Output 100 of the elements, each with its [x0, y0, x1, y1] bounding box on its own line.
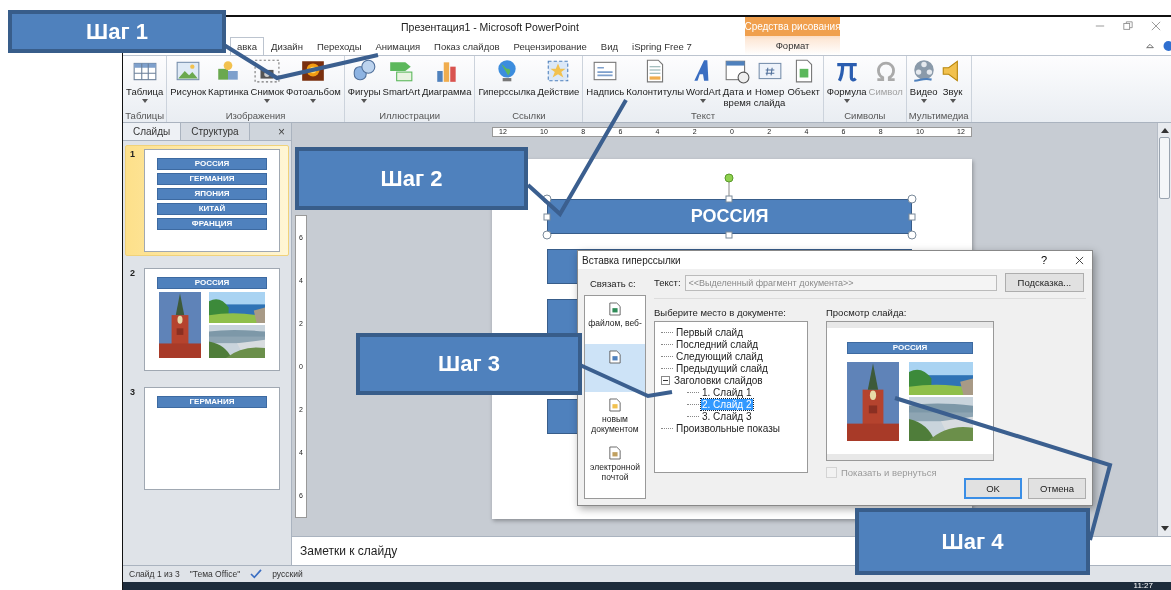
ribbon-button[interactable]: Звук — [938, 56, 967, 103]
preview-label: Просмотр слайда: — [826, 307, 908, 318]
slide-title-bar: ГЕРМАНИЯ — [157, 396, 267, 408]
ribbon-button[interactable]: Дата и время — [721, 56, 753, 108]
step-callout: Шаг 2 — [295, 147, 528, 210]
slide-thumbnail-row[interactable]: 2 РОССИЯ — [125, 264, 289, 375]
caret-icon — [264, 99, 271, 103]
slide-thumbnail[interactable]: РОССИЯ ГЕРМАНИЯ ЯПОНИЯ КИТАЙ ФРАНЦИЯ — [144, 149, 280, 252]
calendar-icon — [724, 58, 751, 84]
caret-icon — [843, 99, 850, 103]
ribbon-tab[interactable]: iSpring Free 7 — [625, 37, 699, 55]
step-callout: Шаг 1 — [8, 10, 226, 53]
group-label: Ссылки — [511, 109, 547, 122]
document-icon — [609, 398, 621, 412]
text-label: Текст: — [654, 277, 681, 288]
tree-item[interactable]: 3. Слайд 3 — [701, 410, 753, 422]
slide-title-bar: РОССИЯ — [157, 158, 267, 170]
ribbon-button[interactable]: Таблица — [125, 56, 165, 103]
slide-title-bar: РОССИЯ — [847, 342, 973, 354]
slide-thumbnail[interactable]: РОССИЯ — [144, 268, 280, 371]
help-icon[interactable] — [1161, 40, 1171, 51]
ribbon-button[interactable]: Гиперссылка — [477, 56, 537, 97]
close-icon[interactable] — [1075, 255, 1084, 265]
step-callout: Шаг 4 — [855, 508, 1090, 575]
group-label: Таблицы — [125, 109, 165, 122]
help-button[interactable]: ? — [1034, 253, 1053, 267]
spellcheck-icon[interactable] — [250, 569, 263, 579]
ribbon-button[interactable]: Рисунок — [169, 56, 208, 97]
tree-item[interactable]: Предыдущий слайд — [675, 362, 769, 374]
slide-title-bar: РОССИЯ — [157, 277, 267, 289]
ribbon-button[interactable]: Колонтитулы — [625, 56, 686, 97]
ribbon-button[interactable]: Фигуры — [346, 56, 382, 103]
ribbon-button[interactable]: Объект — [786, 56, 821, 97]
tree-item[interactable]: Следующий слайд — [675, 350, 764, 362]
collapse-icon[interactable] — [661, 375, 670, 385]
theme-name: "Тема Office" — [189, 569, 241, 579]
ribbon-tab[interactable]: Вид — [593, 37, 626, 55]
slide-title-bar: ФРАНЦИЯ — [157, 218, 267, 230]
checkbox-label: Показать и вернуться — [841, 467, 937, 478]
ribbon-button[interactable]: SmartArt — [381, 56, 422, 97]
slide-title-bar: ГЕРМАНИЯ — [157, 173, 267, 185]
link-target[interactable]: электронной почтой — [585, 440, 645, 488]
ribbon-button[interactable]: Видео — [908, 56, 939, 103]
ribbon-button[interactable]: Действие — [536, 56, 581, 97]
screentip-button[interactable]: Подсказка... — [1004, 273, 1085, 292]
panel-tab[interactable]: Слайды — [123, 123, 182, 140]
link-target[interactable] — [585, 344, 645, 392]
title-box[interactable]: РОССИЯ — [547, 199, 912, 234]
dialog-button[interactable]: Отмена — [1028, 478, 1086, 499]
tree-item[interactable]: Первый слайд — [675, 326, 744, 338]
scroll-thumb[interactable] — [1159, 137, 1170, 199]
caret-icon — [141, 99, 148, 103]
ribbon-tab[interactable]: Формат — [745, 36, 840, 54]
close-button[interactable]: × — [272, 123, 291, 140]
ribbon-button[interactable]: Картинка — [207, 56, 250, 97]
ribbon-tab[interactable]: Анимация — [368, 37, 428, 55]
ribbon-tab[interactable]: Показ слайдов — [427, 37, 507, 55]
group-label: Мультимедиа — [908, 109, 969, 122]
scroll-down-icon[interactable] — [1160, 526, 1169, 532]
tree-item[interactable]: Произвольные показы — [675, 422, 781, 434]
ribbon-button[interactable]: Надпись — [585, 56, 626, 97]
panel-tab[interactable]: Структура — [181, 123, 250, 140]
caret-icon — [310, 99, 317, 103]
scrollbar[interactable] — [1157, 123, 1171, 536]
caret-icon — [700, 99, 707, 103]
ribbon-tab[interactable]: авка — [230, 37, 264, 55]
slide-number: 2 — [130, 268, 136, 280]
slide-thumbnail[interactable]: ГЕРМАНИЯ — [144, 387, 280, 490]
document-icon — [609, 446, 621, 460]
camera-icon — [254, 58, 281, 84]
ribbon-button[interactable]: Формула — [825, 56, 868, 103]
tree-item[interactable]: Последний слайд — [675, 338, 760, 350]
ribbon-button[interactable]: WordArt — [685, 56, 722, 103]
link-target[interactable]: файлом, веб- — [585, 296, 645, 344]
ribbon-tab[interactable]: Рецензирование — [506, 37, 594, 55]
ribbon-button[interactable]: Номер слайда — [752, 56, 787, 108]
group-label: Иллюстрации — [378, 109, 441, 122]
ribbon-tab[interactable]: Переходы — [309, 37, 369, 55]
tree-item[interactable]: Заголовки слайдов — [673, 374, 764, 386]
contextual-tab-group: Средства рисования — [745, 17, 840, 36]
group-label: Текст — [690, 109, 716, 122]
step-callout: Шаг 3 — [356, 333, 582, 395]
dialog-button[interactable]: OK — [964, 478, 1022, 499]
slide-counter: Слайд 1 из 3 — [129, 569, 180, 579]
slide-thumbnail-row[interactable]: 3 ГЕРМАНИЯ — [125, 383, 289, 494]
tree-item[interactable]: 1. Слайд 1 — [701, 386, 753, 398]
slide-title-bar: КИТАЙ — [157, 203, 267, 215]
ribbon-tab[interactable]: Дизайн — [264, 37, 310, 55]
language[interactable]: русский — [272, 569, 303, 579]
slide-thumbnail-row[interactable]: 1 РОССИЯ ГЕРМАНИЯ ЯПОНИЯ КИТАЙ ФРАНЦИЯ — [125, 145, 289, 256]
document-icon — [609, 350, 621, 364]
link-target[interactable]: новым документом — [585, 392, 645, 440]
ribbon-button[interactable]: Снимок — [249, 56, 285, 103]
restore-icon[interactable] — [1123, 21, 1133, 31]
selection-handles-drawing[interactable] — [542, 170, 917, 240]
scroll-up-icon[interactable] — [1160, 127, 1169, 133]
ribbon-button[interactable]: Фотоальбом — [284, 56, 342, 103]
ribbon-button[interactable]: Диаграмма — [421, 56, 473, 97]
document-icon — [609, 302, 621, 316]
window-title: Презентация1 - Microsoft PowerPoint — [401, 20, 579, 33]
